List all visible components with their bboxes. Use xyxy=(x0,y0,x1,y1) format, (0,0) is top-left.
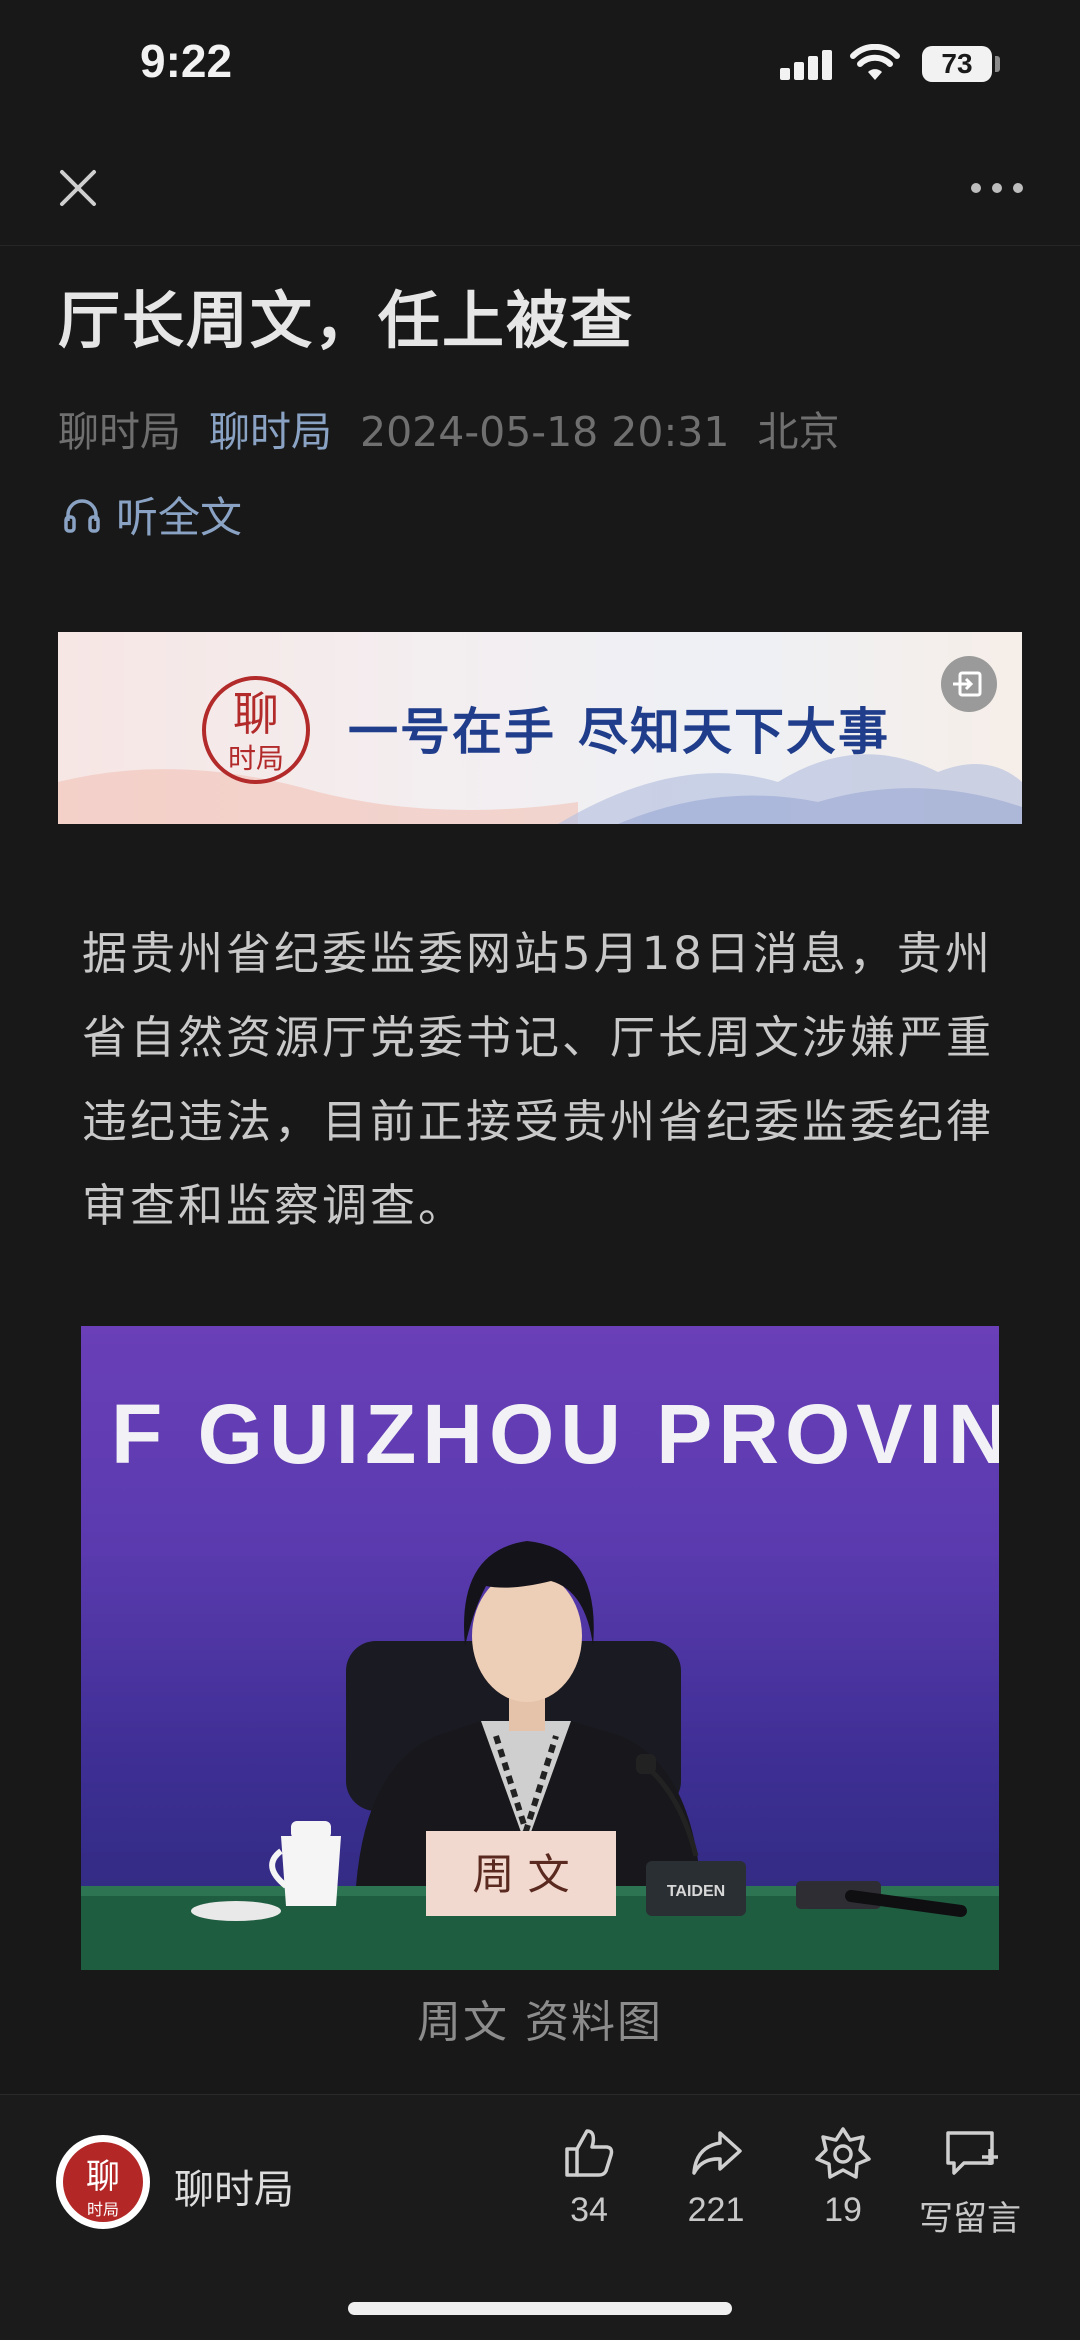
comment-icon xyxy=(946,2131,998,2175)
share-count: 221 xyxy=(687,2191,745,2229)
home-indicator[interactable] xyxy=(348,2302,732,2315)
like-button[interactable]: 34 xyxy=(534,2123,644,2230)
avatar-logo: 聊 时局 xyxy=(63,2142,143,2222)
like-icon xyxy=(565,2129,614,2177)
svg-text:时局: 时局 xyxy=(87,2200,119,2219)
close-icon[interactable] xyxy=(48,158,108,218)
status-bar: 9:22 73 xyxy=(0,0,1080,130)
article-meta: 聊时局 聊时局 2024-05-18 20:31 北京 xyxy=(58,398,839,458)
nav-bar xyxy=(0,130,1080,246)
status-time: 9:22 xyxy=(140,35,233,87)
mic-brand-text: TAIDEN xyxy=(667,1883,725,1900)
article-source: 聊时局 xyxy=(58,408,181,456)
comment-label: 写留言 xyxy=(919,2200,1021,2238)
brand-logo: 聊 时局 xyxy=(202,676,310,784)
like-count: 34 xyxy=(570,2191,608,2229)
listen-button[interactable]: 听全文 xyxy=(62,484,242,545)
author-avatar[interactable]: 聊 时局 xyxy=(56,2135,150,2229)
favorite-count: 19 xyxy=(824,2191,862,2229)
author-name[interactable]: 聊时局 xyxy=(174,2157,294,2215)
favorite-icon xyxy=(815,2127,871,2179)
listen-label: 听全文 xyxy=(116,493,243,542)
share-button[interactable]: 221 xyxy=(661,2123,771,2230)
comment-button[interactable]: 写留言 xyxy=(915,2123,1025,2240)
banner-slogan: 一号在手 尽知天下大事 xyxy=(348,692,890,764)
favorite-button[interactable]: 19 xyxy=(788,2123,898,2230)
headphones-icon xyxy=(64,498,100,533)
photo-caption: 周文 资料图 xyxy=(417,1997,663,2048)
svg-text:聊: 聊 xyxy=(233,687,279,741)
article-title: 厅长周文，任上被查 xyxy=(58,284,635,357)
svg-text:时局: 时局 xyxy=(228,742,284,775)
more-icon[interactable] xyxy=(962,168,1032,208)
wifi-icon xyxy=(850,44,900,80)
share-icon xyxy=(692,2131,742,2175)
banner-slogan-part2: 尽知天下大事 xyxy=(578,703,890,761)
photo-scene: 周 文 TAIDEN xyxy=(81,1541,999,1970)
nameplate-text: 周 文 xyxy=(472,1850,569,1899)
svg-text:聊: 聊 xyxy=(86,2157,120,2197)
article-body: 据贵州省纪委监委网站5月18日消息，贵州省自然资源厅党委书记、厅长周文涉嫌严重违… xyxy=(82,927,995,1232)
publish-location: 北京 xyxy=(757,408,840,456)
article-photo[interactable]: F GUIZHOU PROVINCIA 周 文 TAIDEN xyxy=(81,1326,999,1970)
exit-icon[interactable] xyxy=(941,656,997,712)
promo-banner[interactable]: 聊 时局 一号在手 尽知天下大事 xyxy=(58,632,1022,824)
battery-indicator: 73 xyxy=(922,46,992,82)
publish-date: 2024-05-18 20:31 xyxy=(360,408,730,456)
signal-icon xyxy=(780,48,836,80)
author-link[interactable]: 聊时局 xyxy=(209,408,332,456)
battery-cap xyxy=(995,56,1000,72)
banner-slogan-part1: 一号在手 xyxy=(348,703,556,761)
